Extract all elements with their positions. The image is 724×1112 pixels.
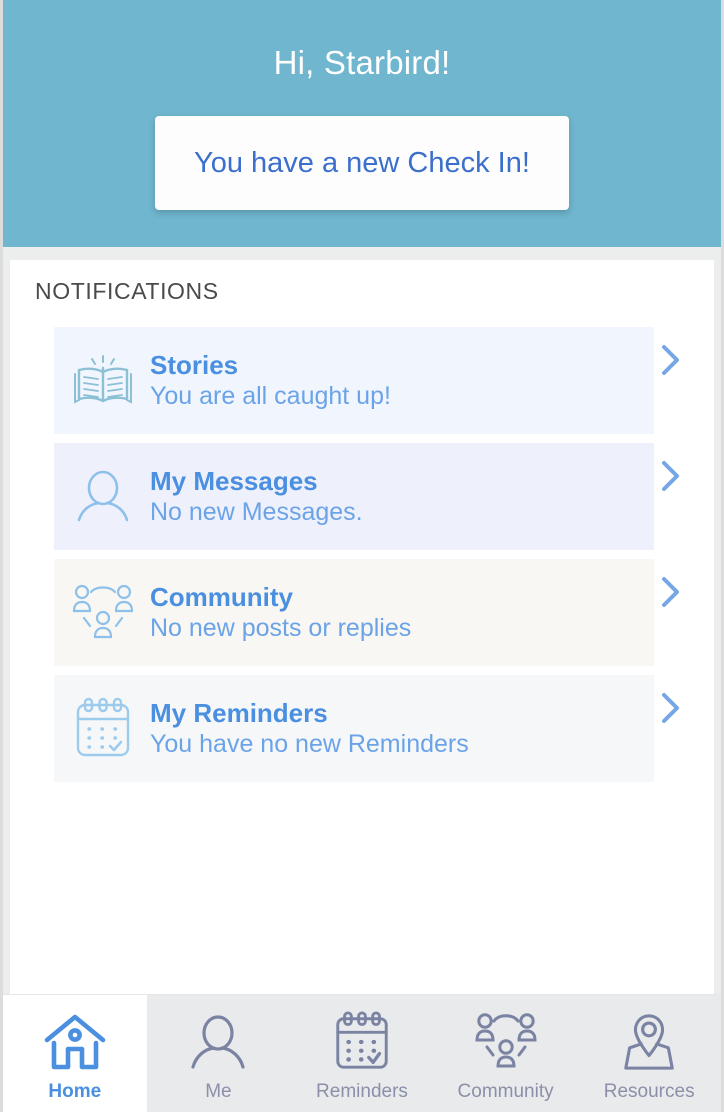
calendar-check-icon: [332, 1010, 392, 1073]
notifications-panel: NOTIFICATIONS Stories You are all caught…: [10, 260, 714, 994]
tab-resources[interactable]: Resources: [577, 995, 721, 1112]
tab-label: Resources: [603, 1080, 695, 1102]
calendar-check-icon: [66, 697, 140, 761]
chevron-right-icon[interactable]: [658, 691, 684, 730]
tab-label: Reminders: [316, 1080, 408, 1102]
notification-row-my-messages[interactable]: My Messages No new Messages.: [54, 443, 679, 550]
person-icon: [66, 468, 140, 526]
notification-subtitle: You have no new Reminders: [150, 730, 469, 759]
chevron-right-icon[interactable]: [658, 459, 684, 498]
tab-label: Community: [457, 1080, 554, 1102]
notifications-list: Stories You are all caught up! My Messag…: [10, 327, 714, 782]
tab-label: Home: [48, 1080, 102, 1102]
notification-text-stories: Stories You are all caught up!: [150, 350, 391, 412]
notification-text-community: Community No new posts or replies: [150, 582, 411, 644]
app-root: Hi, Starbird! You have a new Check In! N…: [0, 0, 724, 1112]
open-book-icon: [66, 354, 140, 408]
tab-community[interactable]: Community: [433, 995, 578, 1112]
check-in-card[interactable]: You have a new Check In!: [155, 116, 569, 210]
notifications-heading: NOTIFICATIONS: [35, 278, 219, 304]
map-pin-icon: [620, 1011, 678, 1073]
notification-title: My Messages: [150, 465, 318, 496]
person-icon: [189, 1011, 247, 1073]
chevron-right-icon[interactable]: [658, 575, 684, 614]
greeting-text: Hi, Starbird!: [273, 44, 451, 81]
chevron-right-icon[interactable]: [658, 343, 684, 382]
community-group-icon: [474, 1011, 538, 1073]
notification-title: Community: [150, 581, 293, 612]
app-header: Hi, Starbird! You have a new Check In!: [3, 0, 721, 247]
home-icon: [44, 1011, 106, 1073]
bottom-navigation-bar: Home Me Reminders Community Resources: [3, 994, 721, 1112]
tab-home[interactable]: Home: [3, 995, 147, 1112]
tab-reminders[interactable]: Reminders: [290, 995, 434, 1112]
notification-subtitle: You are all caught up!: [150, 382, 391, 411]
notification-title: My Reminders: [150, 697, 328, 728]
notification-text-my-messages: My Messages No new Messages.: [150, 466, 363, 528]
tab-me[interactable]: Me: [146, 995, 291, 1112]
notification-title: Stories: [150, 349, 239, 380]
notification-subtitle: No new posts or replies: [150, 614, 412, 643]
notification-text-my-reminders: My Reminders You have no new Reminders: [150, 698, 469, 760]
notification-row-my-reminders[interactable]: My Reminders You have no new Reminders: [54, 675, 679, 782]
check-in-label: You have a new Check In!: [194, 146, 530, 179]
notification-subtitle: No new Messages.: [150, 498, 363, 527]
notification-row-community[interactable]: Community No new posts or replies: [54, 559, 679, 666]
community-group-icon: [66, 582, 140, 644]
notification-row-stories[interactable]: Stories You are all caught up!: [54, 327, 679, 434]
tab-label: Me: [205, 1080, 232, 1102]
